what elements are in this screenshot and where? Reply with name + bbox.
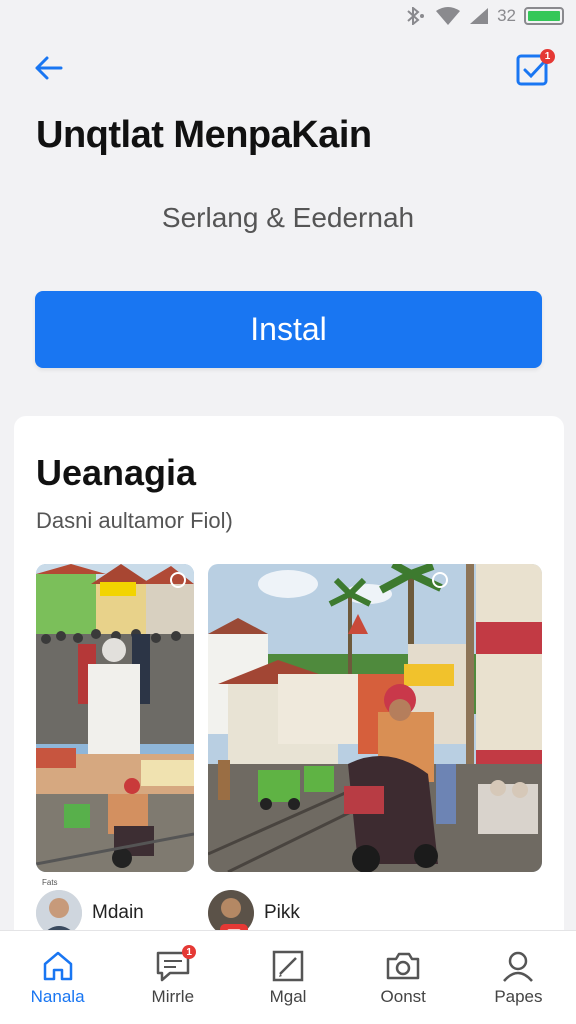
nav-label: Nanala bbox=[30, 987, 85, 1006]
status-time: 32 bbox=[497, 6, 516, 25]
camera-icon bbox=[386, 952, 420, 980]
tasks-button[interactable]: 1 bbox=[514, 49, 555, 90]
nav-label: Papes bbox=[494, 987, 543, 1006]
page-subtitle: Serlang & Eedernah bbox=[161, 202, 415, 233]
back-button[interactable] bbox=[28, 50, 68, 86]
nav-label: Mgal bbox=[269, 987, 307, 1006]
bluetooth-icon bbox=[407, 7, 425, 25]
card-title: Ueanagia bbox=[36, 452, 197, 493]
expand-icon bbox=[170, 572, 186, 588]
status-icons: 32 bbox=[405, 6, 564, 26]
author-name: Mdain bbox=[92, 902, 144, 923]
install-button[interactable]: Instal bbox=[35, 291, 542, 368]
card-subtitle: Dasni aultamor Fiol) bbox=[36, 508, 233, 533]
profile-icon bbox=[503, 951, 534, 982]
nav-item-home[interactable]: Nanala bbox=[0, 931, 115, 1024]
home-icon bbox=[43, 951, 72, 981]
wifi-icon bbox=[436, 7, 461, 25]
nav-item-edit[interactable]: Mgal bbox=[230, 931, 345, 1024]
tiny-caption: Fats bbox=[42, 878, 58, 887]
messages-badge: 1 bbox=[182, 945, 197, 959]
arrow-left-icon bbox=[35, 56, 63, 80]
expand-icon bbox=[432, 572, 448, 588]
photo-thumbnail[interactable] bbox=[36, 564, 194, 872]
task-badge: 1 bbox=[540, 49, 555, 64]
nav-label: Oonst bbox=[380, 987, 426, 1006]
edit-icon bbox=[272, 950, 304, 982]
battery-icon bbox=[524, 7, 564, 25]
nav-label: Mirrle bbox=[151, 987, 195, 1006]
bottom-nav: Nanala 1 Mirrle Mgal Oonst Papes bbox=[0, 930, 576, 1024]
nav-item-camera[interactable]: Oonst bbox=[346, 931, 461, 1024]
content-card: Ueanagia Dasni aultamor Fiol) Fats Mdain… bbox=[14, 416, 564, 1016]
signal-icon bbox=[470, 8, 489, 24]
nav-item-messages[interactable]: 1 Mirrle bbox=[115, 931, 230, 1024]
author-name: Pikk bbox=[264, 902, 300, 923]
status-bar: 32 bbox=[0, 0, 576, 32]
photo-thumbnail[interactable] bbox=[208, 564, 542, 872]
page-title: Unqtlat MenpaKain bbox=[36, 114, 372, 156]
nav-item-profile[interactable]: Papes bbox=[461, 931, 576, 1024]
